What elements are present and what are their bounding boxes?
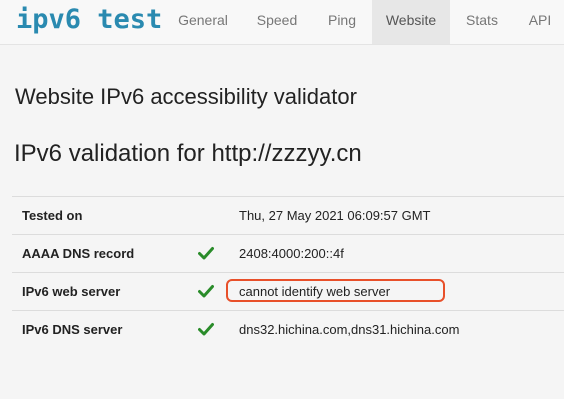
row-label: IPv6 web server bbox=[22, 284, 121, 299]
row-value: 2408:4000:200::4f bbox=[239, 246, 344, 261]
check-icon bbox=[198, 247, 214, 260]
validation-title: IPv6 validation for http://zzzyy.cn bbox=[14, 140, 362, 167]
check-icon bbox=[198, 285, 214, 298]
row-label: IPv6 DNS server bbox=[22, 322, 123, 337]
nav-api[interactable]: API bbox=[516, 0, 564, 44]
nav-ping[interactable]: Ping bbox=[314, 0, 370, 44]
nav-website[interactable]: Website bbox=[372, 0, 450, 44]
table-row: IPv6 DNS server dns32.hichina.com,dns31.… bbox=[12, 310, 564, 348]
row-value: cannot identify web server bbox=[239, 284, 391, 299]
nav-general[interactable]: General bbox=[166, 0, 240, 44]
results-table: Tested on Thu, 27 May 2021 06:09:57 GMT … bbox=[12, 196, 564, 348]
row-value: dns32.hichina.com,dns31.hichina.com bbox=[239, 322, 460, 337]
navbar: ipv6 test General Speed Ping Website Sta… bbox=[0, 0, 564, 45]
row-label: Tested on bbox=[22, 208, 83, 223]
nav-speed[interactable]: Speed bbox=[244, 0, 310, 44]
page-title: Website IPv6 accessibility validator bbox=[15, 84, 357, 109]
table-row: Tested on Thu, 27 May 2021 06:09:57 GMT bbox=[12, 196, 564, 234]
row-value: Thu, 27 May 2021 06:09:57 GMT bbox=[239, 208, 431, 223]
check-icon bbox=[198, 323, 214, 336]
row-label: AAAA DNS record bbox=[22, 246, 135, 261]
table-row: IPv6 web server cannot identify web serv… bbox=[12, 272, 564, 310]
nav-stats[interactable]: Stats bbox=[454, 0, 510, 44]
table-row: AAAA DNS record 2408:4000:200::4f bbox=[12, 234, 564, 272]
brand-logo[interactable]: ipv6 test bbox=[16, 3, 162, 37]
